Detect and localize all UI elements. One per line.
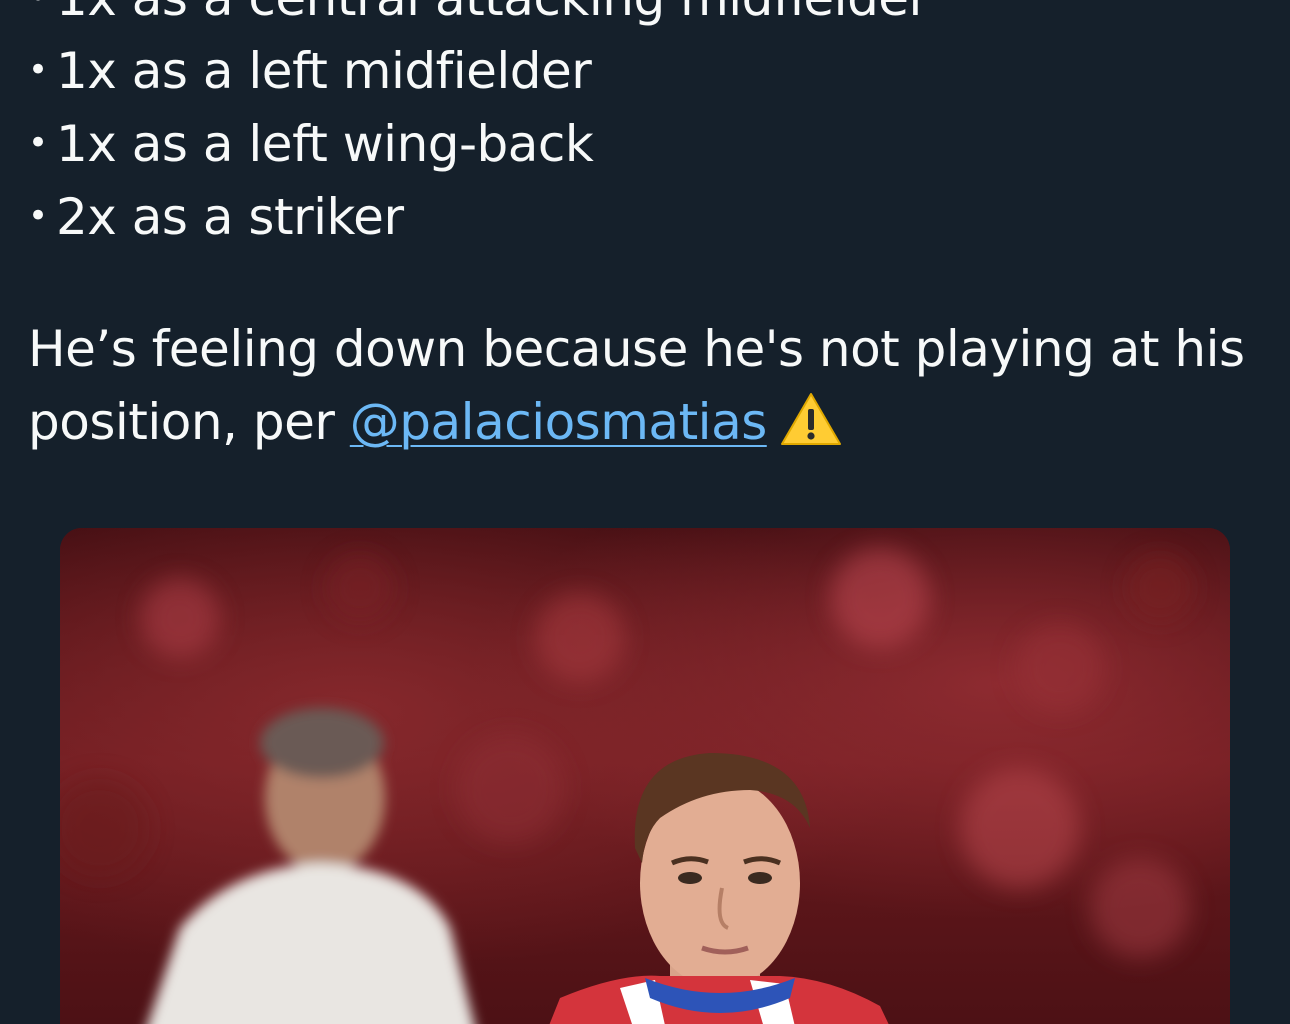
football-player-photo xyxy=(60,528,1230,1024)
tweet-paragraph: He’s feeling down because he's not playi… xyxy=(28,313,1268,459)
list-item-text: 2x as a striker xyxy=(56,188,404,246)
tweet-photo[interactable] xyxy=(60,528,1230,1024)
bullet-marker: • xyxy=(28,123,48,163)
list-item: • 2x as a striker xyxy=(28,181,929,254)
list-item: • 1x as a left wing-back xyxy=(28,108,929,181)
list-item: • 1x as a left midfielder xyxy=(28,35,929,108)
warning-icon xyxy=(779,391,843,447)
mention-link[interactable]: @palaciosmatias xyxy=(350,393,767,451)
bullet-marker: • xyxy=(28,50,48,90)
list-item: •1x as a central attacking midfielder xyxy=(28,0,929,35)
list-item-text: 1x as a left midfielder xyxy=(56,42,592,100)
list-item-text: 1x as a left wing-back xyxy=(56,115,594,173)
bullet-marker: • xyxy=(28,0,56,34)
list-item-text: 1x as a central attacking midfielder xyxy=(56,0,929,27)
position-list: •1x as a central attacking midfielder •1… xyxy=(28,0,929,254)
bullet-marker: • xyxy=(28,196,48,236)
